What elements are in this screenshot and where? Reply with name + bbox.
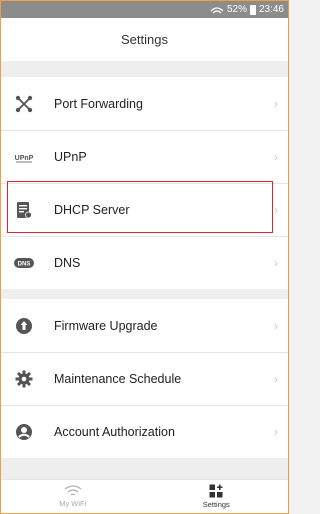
- clock: 23:46: [258, 4, 284, 15]
- settings-group-network: Port Forwarding › UPnP UPnP › DHCP Serve…: [1, 77, 288, 289]
- settings-item-label: DHCP Server: [54, 202, 130, 217]
- page-title: Settings: [121, 32, 168, 47]
- tab-label: Settings: [202, 500, 230, 509]
- settings-item-maintenance-schedule[interactable]: Maintenance Schedule ›: [1, 352, 288, 405]
- upnp-icon: UPnP: [13, 146, 35, 168]
- tab-settings[interactable]: Settings: [145, 480, 289, 513]
- page-header: Settings: [1, 18, 288, 61]
- chevron-right-icon: ›: [274, 318, 278, 333]
- settings-item-firmware-upgrade[interactable]: Firmware Upgrade ›: [1, 299, 288, 352]
- status-bar: 52% 23:46: [1, 1, 288, 18]
- dns-icon: DNS: [13, 252, 35, 274]
- settings-item-label: DNS: [54, 255, 81, 270]
- section-gap: [1, 61, 288, 77]
- port-forwarding-icon: [13, 93, 35, 115]
- chevron-right-icon: ›: [274, 371, 278, 386]
- settings-item-label: Maintenance Schedule: [54, 371, 182, 386]
- settings-item-dns[interactable]: DNS DNS ›: [1, 236, 288, 289]
- gear-icon: [13, 368, 35, 390]
- settings-item-label: Account Authorization: [54, 424, 175, 439]
- dhcp-server-icon: [13, 199, 35, 221]
- chevron-right-icon: ›: [274, 424, 278, 439]
- settings-item-label: Port Forwarding: [54, 96, 143, 111]
- battery-icon: [249, 4, 256, 15]
- battery-percent: 52%: [226, 4, 247, 15]
- chevron-right-icon: ›: [274, 255, 278, 270]
- chevron-right-icon: ›: [274, 96, 278, 111]
- app-frame: 52% 23:46 Settings Port Forwarding › UPn…: [0, 0, 289, 514]
- wifi-icon: [64, 485, 82, 496]
- account-icon: [13, 421, 35, 443]
- section-gap: [1, 458, 288, 479]
- tab-label: My WiFi: [59, 499, 87, 508]
- chevron-right-icon: ›: [274, 202, 278, 217]
- tab-my-wifi[interactable]: My WiFi: [1, 480, 145, 513]
- settings-group-system: Firmware Upgrade › Maintenance Schedule …: [1, 299, 288, 458]
- settings-item-port-forwarding[interactable]: Port Forwarding ›: [1, 77, 288, 130]
- settings-item-account-authorization[interactable]: Account Authorization ›: [1, 405, 288, 458]
- chevron-right-icon: ›: [274, 149, 278, 164]
- firmware-upgrade-icon: [13, 315, 35, 337]
- settings-grid-icon: [209, 484, 223, 498]
- dns-icon-text: DNS: [18, 261, 31, 267]
- upnp-icon-text: UPnP: [15, 155, 34, 162]
- settings-item-label: UPnP: [54, 149, 87, 164]
- signal-icon: [210, 6, 224, 13]
- settings-item-label: Firmware Upgrade: [54, 318, 158, 333]
- settings-item-upnp[interactable]: UPnP UPnP ›: [1, 130, 288, 183]
- settings-item-dhcp-server[interactable]: DHCP Server ›: [1, 183, 288, 236]
- bottom-tab-bar: My WiFi Settings: [1, 479, 288, 513]
